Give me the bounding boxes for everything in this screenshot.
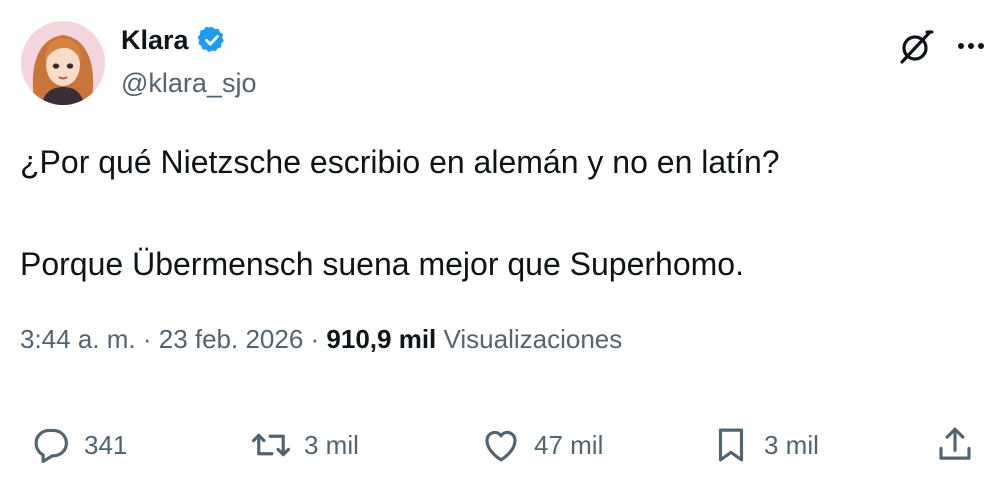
grok-icon[interactable] <box>896 27 936 67</box>
tweet-text-line-2: Porque Übermensch suena mejor que Superh… <box>20 246 744 282</box>
author-name[interactable]: Klara <box>121 24 189 56</box>
like-count: 47 mil <box>534 429 604 460</box>
share-icon <box>939 427 971 460</box>
share-button[interactable] <box>934 420 976 470</box>
more-options-icon[interactable] <box>953 31 989 61</box>
avatar-image <box>21 21 105 105</box>
bookmark-icon <box>718 428 744 462</box>
author-handle[interactable]: @klara_sjo <box>121 66 256 100</box>
views-count[interactable]: 910,9 mil <box>326 324 436 354</box>
author-name-row[interactable]: Klara <box>121 24 227 56</box>
reply-icon <box>34 428 68 464</box>
meta-separator: · <box>303 324 327 354</box>
like-button[interactable]: 47 mil <box>480 420 603 470</box>
avatar[interactable] <box>21 21 105 105</box>
meta-separator: · <box>135 324 159 354</box>
tweet-meta: 3:44 a. m. · 23 feb. 2026 · 910,9 mil Vi… <box>20 321 622 357</box>
action-bar: 341 3 mil 47 mil 3 mil <box>0 420 1000 470</box>
views-label[interactable]: Visualizaciones <box>436 324 623 354</box>
repost-count: 3 mil <box>304 429 359 460</box>
reply-button[interactable]: 341 <box>30 420 127 470</box>
repost-icon <box>251 433 291 457</box>
tweet-text-line-1: ¿Por qué Nietzsche escribio en alemán y … <box>20 144 780 180</box>
tweet-time[interactable]: 3:44 a. m. <box>20 324 136 354</box>
bookmark-button[interactable]: 3 mil <box>710 420 819 470</box>
reply-count: 341 <box>84 429 128 460</box>
heart-icon <box>485 430 517 462</box>
repost-button[interactable]: 3 mil <box>250 420 359 470</box>
verified-badge-icon <box>197 25 227 55</box>
bookmark-count: 3 mil <box>764 429 819 460</box>
tweet-date[interactable]: 23 feb. 2026 <box>159 324 304 354</box>
